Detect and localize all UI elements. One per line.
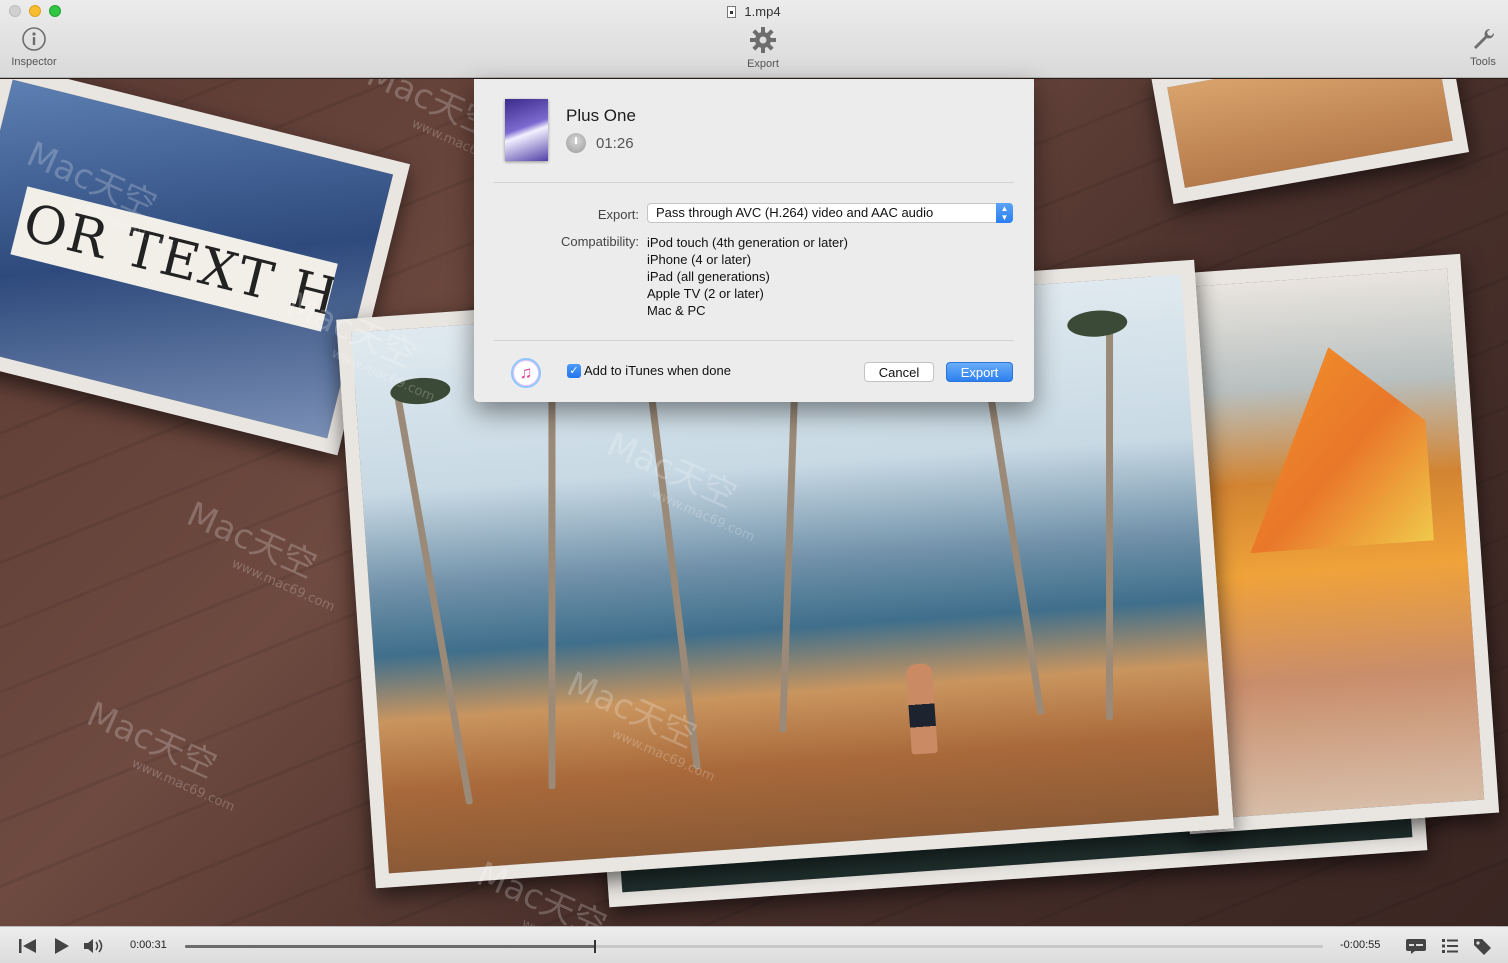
- tag-icon[interactable]: [1472, 937, 1492, 955]
- tent-shape: [1191, 341, 1434, 557]
- inspector-label: Inspector: [11, 56, 57, 68]
- remaining-time: -0:00:55: [1340, 939, 1381, 951]
- chapters-list-icon[interactable]: [1441, 937, 1459, 955]
- playback-bar: 0:00:31 -0:00:55: [0, 926, 1508, 963]
- photo-top-right: [1150, 79, 1470, 205]
- scrubber-progress-fill: [185, 945, 595, 948]
- palm-trunk: [1106, 320, 1114, 721]
- cancel-button[interactable]: Cancel: [864, 362, 934, 382]
- media-duration: 01:26: [596, 135, 634, 152]
- palm-trunk: [393, 390, 474, 806]
- gear-icon: [750, 27, 776, 53]
- photo-banner-text: OR TEXT HERE 11: [10, 186, 338, 332]
- playback-scrubber[interactable]: [185, 940, 1323, 953]
- divider: [494, 182, 1014, 183]
- inspector-button[interactable]: Inspector: [4, 26, 64, 68]
- media-title: Plus One: [566, 106, 636, 125]
- watermark: Mac天空www.mac69.com: [180, 494, 337, 616]
- compatibility-item: iPhone (4 or later): [647, 252, 752, 267]
- updown-chevron-icon: ▲ ▼: [996, 203, 1013, 223]
- compatibility-item: Apple TV (2 or later): [647, 286, 764, 301]
- window-title-text: 1.mp4: [744, 4, 781, 19]
- volume-icon[interactable]: [83, 937, 105, 955]
- subtitles-icon[interactable]: [1405, 937, 1427, 955]
- add-to-itunes-label[interactable]: Add to iTunes when done: [584, 363, 731, 378]
- export-format-value: Pass through AVC (H.264) video and AAC a…: [656, 205, 934, 220]
- export-format-label: Export:: [597, 207, 639, 222]
- play-icon[interactable]: [52, 937, 70, 955]
- palm-frond: [1066, 308, 1129, 339]
- compatibility-item: iPod touch (4th generation or later): [647, 235, 848, 250]
- compatibility-label: Compatibility:: [560, 234, 639, 249]
- export-toolbar-button[interactable]: Export: [733, 26, 793, 70]
- compatibility-item: iPad (all generations): [647, 269, 770, 284]
- scrubber-playhead[interactable]: [593, 940, 596, 953]
- media-thumbnail: [505, 99, 548, 161]
- compatibility-list: iPod touch (4th generation or later) iPh…: [647, 234, 848, 319]
- itunes-icon: ♫: [511, 358, 541, 388]
- current-time: 0:00:31: [130, 939, 167, 951]
- export-format-select[interactable]: Pass through AVC (H.264) video and AAC a…: [647, 203, 1013, 223]
- window-toolbar: 1.mp4 Inspector Export Tools: [0, 0, 1508, 78]
- window-title: 1.mp4: [0, 4, 1508, 19]
- palm-trunk: [548, 359, 556, 790]
- watermark: Mac天空www.mac69.com: [80, 694, 237, 816]
- person-figure: [905, 662, 938, 755]
- compatibility-item: Mac & PC: [647, 303, 706, 318]
- document-icon: [727, 6, 737, 18]
- palm-frond: [389, 375, 452, 407]
- export-toolbar-label: Export: [747, 58, 779, 70]
- wrench-icon: [1474, 28, 1495, 49]
- skip-back-icon[interactable]: [18, 937, 38, 955]
- divider: [494, 340, 1014, 341]
- info-icon: [22, 27, 46, 51]
- tools-button[interactable]: Tools: [1458, 26, 1508, 68]
- export-sheet: Plus One 01:26 Export: Pass through AVC …: [474, 79, 1034, 402]
- export-button[interactable]: Export: [946, 362, 1013, 382]
- clock-icon: [566, 133, 586, 153]
- tools-label: Tools: [1470, 56, 1496, 68]
- add-to-itunes-checkbox[interactable]: ✓: [567, 364, 581, 378]
